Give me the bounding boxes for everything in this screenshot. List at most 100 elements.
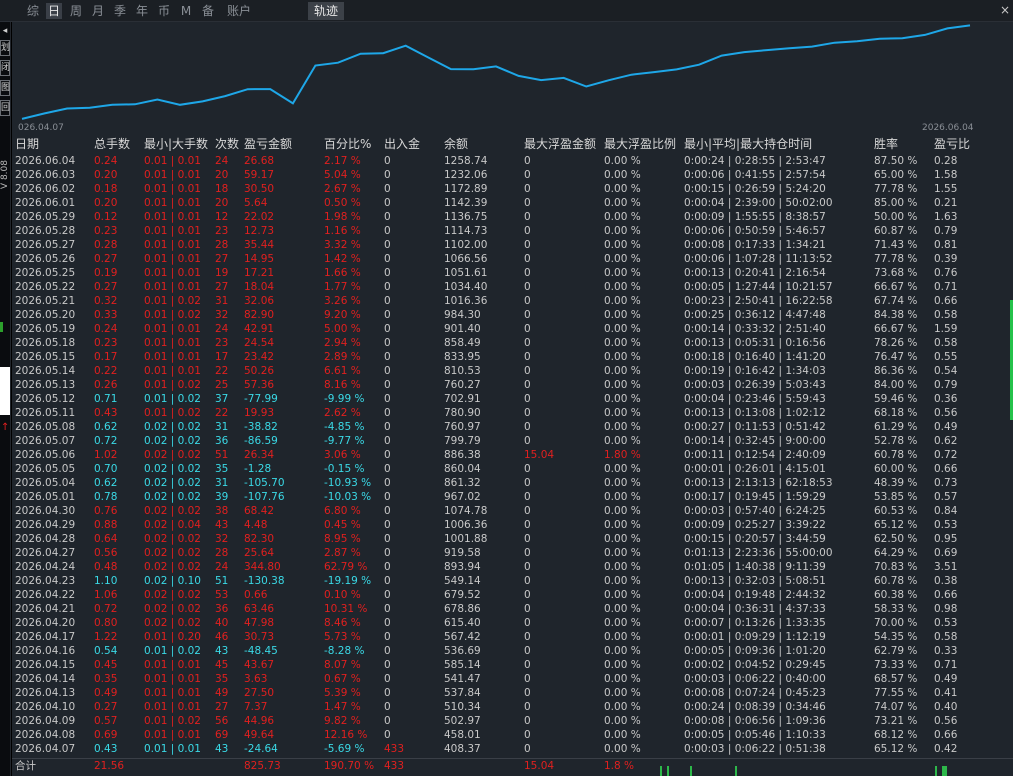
column-header[interactable]: 出入金 <box>384 137 420 151</box>
table-row[interactable]: 2026.04.17 1.22 0.01 | 0.20 46 30.73 5.73 % 0 5… <box>12 630 1013 644</box>
table-row[interactable]: 2026.05.27 0.28 0.01 | 0.01 28 35.44 3.32 % 0 1… <box>12 238 1013 252</box>
table-row[interactable]: 2026.05.26 0.27 0.01 | 0.01 27 14.95 1.42 % 0 1… <box>12 252 1013 266</box>
table-cell: 0.95 <box>934 533 958 545</box>
table-row[interactable]: 2026.05.12 0.71 0.01 | 0.02 37 -77.99 -9.99 %… <box>12 392 1013 406</box>
table-row[interactable]: 2026.05.18 0.23 0.01 | 0.01 23 24.54 2.94 % 0 8… <box>12 336 1013 350</box>
table-cell: 0.02 | 0.02 <box>144 435 201 447</box>
table-row[interactable]: 2026.04.13 0.49 0.01 | 0.01 49 27.50 5.39 % 0 5… <box>12 686 1013 700</box>
column-header[interactable]: 最大浮盈比例 <box>604 137 676 151</box>
side-button-2[interactable]: 闭 <box>0 60 10 76</box>
table-row[interactable]: 2026.05.13 0.26 0.01 | 0.02 25 57.36 8.16 % 0 7… <box>12 378 1013 392</box>
table-cell: 0.48 <box>94 561 118 573</box>
table-row[interactable]: 2026.04.27 0.56 0.02 | 0.02 28 25.64 2.87 % 0 9… <box>12 546 1013 560</box>
table-row[interactable]: 2026.05.15 0.17 0.01 | 0.01 17 23.42 2.89 % 0 8… <box>12 350 1013 364</box>
table-row[interactable]: 2026.04.21 0.72 0.02 | 0.02 36 63.46 10.31 % 0… <box>12 602 1013 616</box>
tab-0[interactable]: 综 <box>26 3 40 19</box>
tab-6[interactable]: 币 <box>157 3 171 19</box>
table-row[interactable]: 2026.04.20 0.80 0.02 | 0.02 40 47.98 8.46 % 0 6… <box>12 616 1013 630</box>
table-cell: 0 <box>384 351 391 363</box>
table-row[interactable]: 2026.04.09 0.57 0.01 | 0.02 56 44.96 9.82 % 0 5… <box>12 714 1013 728</box>
table-row[interactable]: 2026.04.23 1.10 0.02 | 0.10 51 -130.38 -19.19… <box>12 574 1013 588</box>
table-row[interactable]: 2026.06.03 0.20 0.01 | 0.01 20 59.17 5.04 % 0 1… <box>12 168 1013 182</box>
table-row[interactable]: 2026.04.07 0.43 0.01 | 0.01 43 -24.64 -5.69 %… <box>12 742 1013 756</box>
table-cell: 0.42 <box>934 743 958 755</box>
side-button-1[interactable]: 划 <box>0 40 10 56</box>
table-row[interactable]: 2026.04.08 0.69 0.01 | 0.01 69 49.64 12.16 % 0… <box>12 728 1013 742</box>
table-row[interactable]: 2026.04.15 0.45 0.01 | 0.01 45 43.67 8.07 % 0 5… <box>12 658 1013 672</box>
table-row[interactable]: 2026.04.22 1.06 0.02 | 0.02 53 0.66 0.10 % 0 67… <box>12 588 1013 602</box>
table-cell: 0 <box>524 589 531 601</box>
table-cell: 0.00 % <box>604 743 641 755</box>
table-cell: 0:00:24 | 0:28:55 | 2:53:47 <box>684 155 826 167</box>
table-cell: 810.53 <box>444 365 481 377</box>
table-cell: 0.00 % <box>604 547 641 559</box>
table-cell: 0 <box>384 225 391 237</box>
table-row[interactable]: 2026.05.07 0.72 0.02 | 0.02 36 -86.59 -9.77 %… <box>12 434 1013 448</box>
tab-3[interactable]: 月 <box>91 3 105 19</box>
column-header[interactable]: 日期 <box>15 137 39 151</box>
table-cell: 678.86 <box>444 603 481 615</box>
table-row[interactable]: 2026.05.14 0.22 0.01 | 0.01 22 50.26 6.61 % 0 8… <box>12 364 1013 378</box>
table-row[interactable]: 2026.05.06 1.02 0.02 | 0.02 51 26.34 3.06 % 0 8… <box>12 448 1013 462</box>
table-row[interactable]: 2026.05.04 0.62 0.02 | 0.02 31 -105.70 -10.93… <box>12 476 1013 490</box>
tab-7[interactable]: M <box>180 3 192 19</box>
tab-5[interactable]: 年 <box>135 3 149 19</box>
table-cell: 67.74 % <box>874 295 918 307</box>
table-row[interactable]: 2026.04.28 0.64 0.02 | 0.02 32 82.30 8.95 % 0 1… <box>12 532 1013 546</box>
table-row[interactable]: 2026.04.24 0.48 0.02 | 0.02 24 344.80 62.79 %… <box>12 560 1013 574</box>
table-cell: 0 <box>384 729 391 741</box>
table-cell: 2026.05.04 <box>15 477 76 489</box>
table-cell: 2026.05.27 <box>15 239 76 251</box>
column-header[interactable]: 胜率 <box>874 137 898 151</box>
table-cell: 0.64 <box>94 533 118 545</box>
table-cell: 60.87 % <box>874 225 918 237</box>
table-row[interactable]: 2026.05.22 0.27 0.01 | 0.01 27 18.04 1.77 % 0 1… <box>12 280 1013 294</box>
table-cell: 0.02 | 0.02 <box>144 463 201 475</box>
table-cell: 0.00 % <box>604 295 641 307</box>
table-row[interactable]: 2026.05.29 0.12 0.01 | 0.01 12 22.02 1.98 % 0 1… <box>12 210 1013 224</box>
table-row[interactable]: 2026.05.21 0.32 0.01 | 0.02 31 32.06 3.26 % 0 1… <box>12 294 1013 308</box>
tab-8[interactable]: 备 <box>201 3 215 19</box>
table-row[interactable]: 2026.05.05 0.70 0.02 | 0.02 35 -1.28 -0.15 % 0… <box>12 462 1013 476</box>
table-row[interactable]: 2026.06.04 0.24 0.01 | 0.01 24 26.68 2.17 % 0 1… <box>12 154 1013 168</box>
table-row[interactable]: 2026.04.29 0.88 0.02 | 0.04 43 4.48 0.45 % 0 10… <box>12 518 1013 532</box>
column-header[interactable]: 余额 <box>444 137 468 151</box>
table-row[interactable]: 2026.06.02 0.18 0.01 | 0.01 18 30.50 2.67 % 0 1… <box>12 182 1013 196</box>
table-cell: 536.69 <box>444 645 481 657</box>
tab-2[interactable]: 周 <box>69 3 83 19</box>
column-header[interactable]: 最小|大手数 <box>144 137 208 151</box>
table-row[interactable]: 2026.05.25 0.19 0.01 | 0.01 19 17.21 1.66 % 0 1… <box>12 266 1013 280</box>
side-button-4[interactable]: 回 <box>0 100 10 116</box>
table-cell: 64.29 % <box>874 547 918 559</box>
table-row[interactable]: 2026.04.14 0.35 0.01 | 0.01 35 3.63 0.67 % 0 54… <box>12 672 1013 686</box>
table-row[interactable]: 2026.04.30 0.76 0.02 | 0.02 38 68.42 6.80 % 0 1… <box>12 504 1013 518</box>
column-header[interactable]: 最小|平均|最大持仓时间 <box>684 137 812 151</box>
column-header[interactable]: 总手数 <box>94 137 130 151</box>
tab-9[interactable]: 账户 <box>226 3 252 19</box>
tab-4[interactable]: 季 <box>113 3 127 19</box>
table-cell: 78.26 % <box>874 337 918 349</box>
table-row[interactable]: 2026.06.01 0.20 0.01 | 0.01 20 5.64 0.50 % 0 11… <box>12 196 1013 210</box>
table-cell: 0 <box>384 687 391 699</box>
table-cell: 0:00:04 | 2:39:00 | 50:02:00 <box>684 197 833 209</box>
table-cell: 0.00 % <box>604 281 641 293</box>
table-row[interactable]: 2026.05.11 0.43 0.01 | 0.02 22 19.93 2.62 % 0 7… <box>12 406 1013 420</box>
column-header[interactable]: 最大浮盈金额 <box>524 137 596 151</box>
column-header[interactable]: 盈亏金额 <box>244 137 292 151</box>
table-cell: 0 <box>384 169 391 181</box>
column-header[interactable]: 盈亏比 <box>934 137 970 151</box>
close-icon[interactable]: × <box>998 1 1012 19</box>
tab-1[interactable]: 日 <box>46 3 62 19</box>
table-row[interactable]: 2026.04.16 0.54 0.01 | 0.02 43 -48.45 -8.28 %… <box>12 644 1013 658</box>
column-header[interactable]: 次数 <box>215 137 239 151</box>
table-row[interactable]: 2026.05.08 0.62 0.02 | 0.02 31 -38.82 -4.85 %… <box>12 420 1013 434</box>
expand-arrow-icon[interactable]: ◂ <box>0 24 10 40</box>
side-button-3[interactable]: 图 <box>0 80 10 96</box>
table-row[interactable]: 2026.05.01 0.78 0.02 | 0.02 39 -107.76 -10.03… <box>12 490 1013 504</box>
column-header[interactable]: 百分比% <box>324 137 371 151</box>
table-cell: 537.84 <box>444 687 481 699</box>
table-row[interactable]: 2026.05.20 0.33 0.01 | 0.02 32 82.90 9.20 % 0 9… <box>12 308 1013 322</box>
table-row[interactable]: 2026.04.10 0.27 0.01 | 0.01 27 7.37 1.47 % 0 51… <box>12 700 1013 714</box>
table-row[interactable]: 2026.05.28 0.23 0.01 | 0.01 23 12.73 1.16 % 0 1… <box>12 224 1013 238</box>
table-row[interactable]: 2026.05.19 0.24 0.01 | 0.01 24 42.91 5.00 % 0 9… <box>12 322 1013 336</box>
